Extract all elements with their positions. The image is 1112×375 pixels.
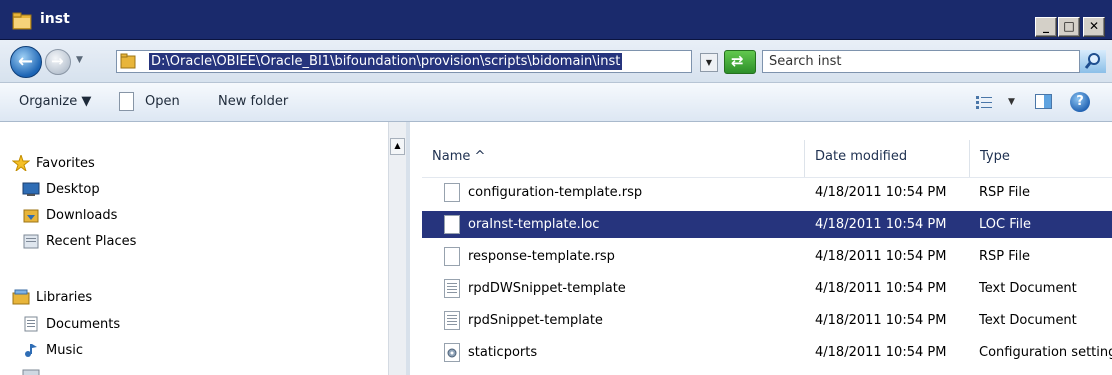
new-folder-button[interactable]: New folder xyxy=(218,94,288,109)
address-dropdown-button[interactable]: ▼ xyxy=(700,53,718,72)
column-date-label: Date modified xyxy=(815,149,908,164)
file-date: 4/18/2011 10:54 PM xyxy=(815,313,947,328)
pictures-icon xyxy=(22,369,40,375)
magnifier-icon xyxy=(1084,53,1100,69)
file-type: LOC File xyxy=(979,217,1031,232)
text-document-icon xyxy=(444,311,460,330)
folder-icon xyxy=(120,53,136,69)
desktop-icon xyxy=(22,182,40,196)
back-arrow-icon: ← xyxy=(18,51,34,72)
window-title: inst xyxy=(40,11,70,27)
open-button[interactable]: Open xyxy=(145,94,180,109)
recent-places-icon xyxy=(23,234,39,249)
config-settings-icon xyxy=(444,343,460,362)
scroll-up-arrow[interactable]: ▲ xyxy=(390,138,405,155)
header-divider xyxy=(422,177,1112,178)
file-type: Text Document xyxy=(979,313,1077,328)
file-row[interactable]: rpdDWSnippet-template 4/18/2011 10:54 PM… xyxy=(422,275,1112,302)
refresh-icon: ⇄ xyxy=(731,52,744,70)
file-name: configuration-template.rsp xyxy=(468,185,643,200)
nav-label: Music xyxy=(46,343,83,358)
column-header-type[interactable]: Type xyxy=(970,140,1112,177)
nav-label: Downloads xyxy=(46,208,118,223)
title-bar: inst _ □ ✕ xyxy=(0,0,1112,40)
file-row-selected[interactable]: oraInst-template.loc 4/18/2011 10:54 PM … xyxy=(422,211,1112,238)
navigation-pane: Favorites Desktop Downloads Recent Place… xyxy=(0,122,388,375)
maximize-button[interactable]: □ xyxy=(1058,17,1080,37)
nav-label: Libraries xyxy=(36,290,93,305)
search-button[interactable] xyxy=(1079,50,1106,73)
column-name-label: Name ^ xyxy=(432,149,486,164)
forward-button[interactable]: → xyxy=(45,49,71,75)
navigation-scrollbar[interactable]: ▲ xyxy=(388,122,406,375)
file-date: 4/18/2011 10:54 PM xyxy=(815,281,947,296)
folder-icon xyxy=(12,12,32,30)
documents-icon xyxy=(24,316,38,332)
file-name: oraInst-template.loc xyxy=(468,217,600,232)
text-document-icon xyxy=(444,279,460,298)
file-row[interactable]: configuration-template.rsp 4/18/2011 10:… xyxy=(422,179,1112,206)
column-header-date-modified[interactable]: Date modified xyxy=(805,140,970,177)
column-type-label: Type xyxy=(980,149,1010,164)
view-options-icon[interactable] xyxy=(976,95,992,109)
view-dropdown-button[interactable]: ▼ xyxy=(1008,97,1015,107)
close-button[interactable]: ✕ xyxy=(1083,17,1105,37)
address-field[interactable]: D:\Oracle\OBIEE\Oracle_BI1\bifoundation\… xyxy=(116,50,692,73)
music-icon xyxy=(25,344,37,357)
star-icon xyxy=(12,155,30,171)
nav-label: Favorites xyxy=(36,156,95,171)
libraries-icon xyxy=(12,289,30,305)
file-row[interactable]: response-template.rsp 4/18/2011 10:54 PM… xyxy=(422,243,1112,270)
file-row[interactable]: rpdSnippet-template 4/18/2011 10:54 PM T… xyxy=(422,307,1112,334)
back-button[interactable]: ← xyxy=(10,46,42,78)
nav-label: Documents xyxy=(46,317,121,332)
file-type: Text Document xyxy=(979,281,1077,296)
address-bar-region: ← → ▼ D:\Oracle\OBIEE\Oracle_BI1\bifound… xyxy=(0,40,1112,83)
nav-label: Recent Places xyxy=(46,234,137,249)
file-list-pane: Name ^ Date modified Type configuration-… xyxy=(410,122,1112,375)
file-date: 4/18/2011 10:54 PM xyxy=(815,249,947,264)
file-icon xyxy=(444,247,460,266)
downloads-folder-icon xyxy=(23,209,39,223)
preview-pane-icon[interactable] xyxy=(1035,94,1052,109)
column-header-name[interactable]: Name ^ xyxy=(422,140,805,177)
file-type: RSP File xyxy=(979,185,1031,200)
file-icon xyxy=(444,215,460,234)
organize-menu-button[interactable]: Organize ▼ xyxy=(19,94,91,109)
file-date: 4/18/2011 10:54 PM xyxy=(815,345,947,360)
file-row[interactable]: staticports 4/18/2011 10:54 PM Configura… xyxy=(422,339,1112,366)
search-input[interactable]: Search inst xyxy=(762,50,1106,73)
search-placeholder: Search inst xyxy=(769,54,842,69)
file-name: response-template.rsp xyxy=(468,249,615,264)
file-name: rpdSnippet-template xyxy=(468,313,603,328)
help-icon[interactable]: ? xyxy=(1070,92,1090,112)
command-toolbar: Organize ▼ Open New folder ▼ ? xyxy=(0,83,1112,122)
refresh-button[interactable]: ⇄ xyxy=(724,50,756,74)
file-type: RSP File xyxy=(979,249,1031,264)
file-name: rpdDWSnippet-template xyxy=(468,281,626,296)
file-icon xyxy=(444,183,460,202)
nav-label: Desktop xyxy=(46,182,100,197)
recent-pages-dropdown[interactable]: ▼ xyxy=(76,55,83,65)
minimize-button[interactable]: _ xyxy=(1035,17,1057,37)
forward-arrow-icon: → xyxy=(51,52,64,70)
address-path[interactable]: D:\Oracle\OBIEE\Oracle_BI1\bifoundation\… xyxy=(149,53,623,70)
file-date: 4/18/2011 10:54 PM xyxy=(815,185,947,200)
file-name: staticports xyxy=(468,345,538,360)
file-type: Configuration setting xyxy=(979,345,1112,360)
document-icon xyxy=(119,92,134,111)
file-date: 4/18/2011 10:54 PM xyxy=(815,217,947,232)
